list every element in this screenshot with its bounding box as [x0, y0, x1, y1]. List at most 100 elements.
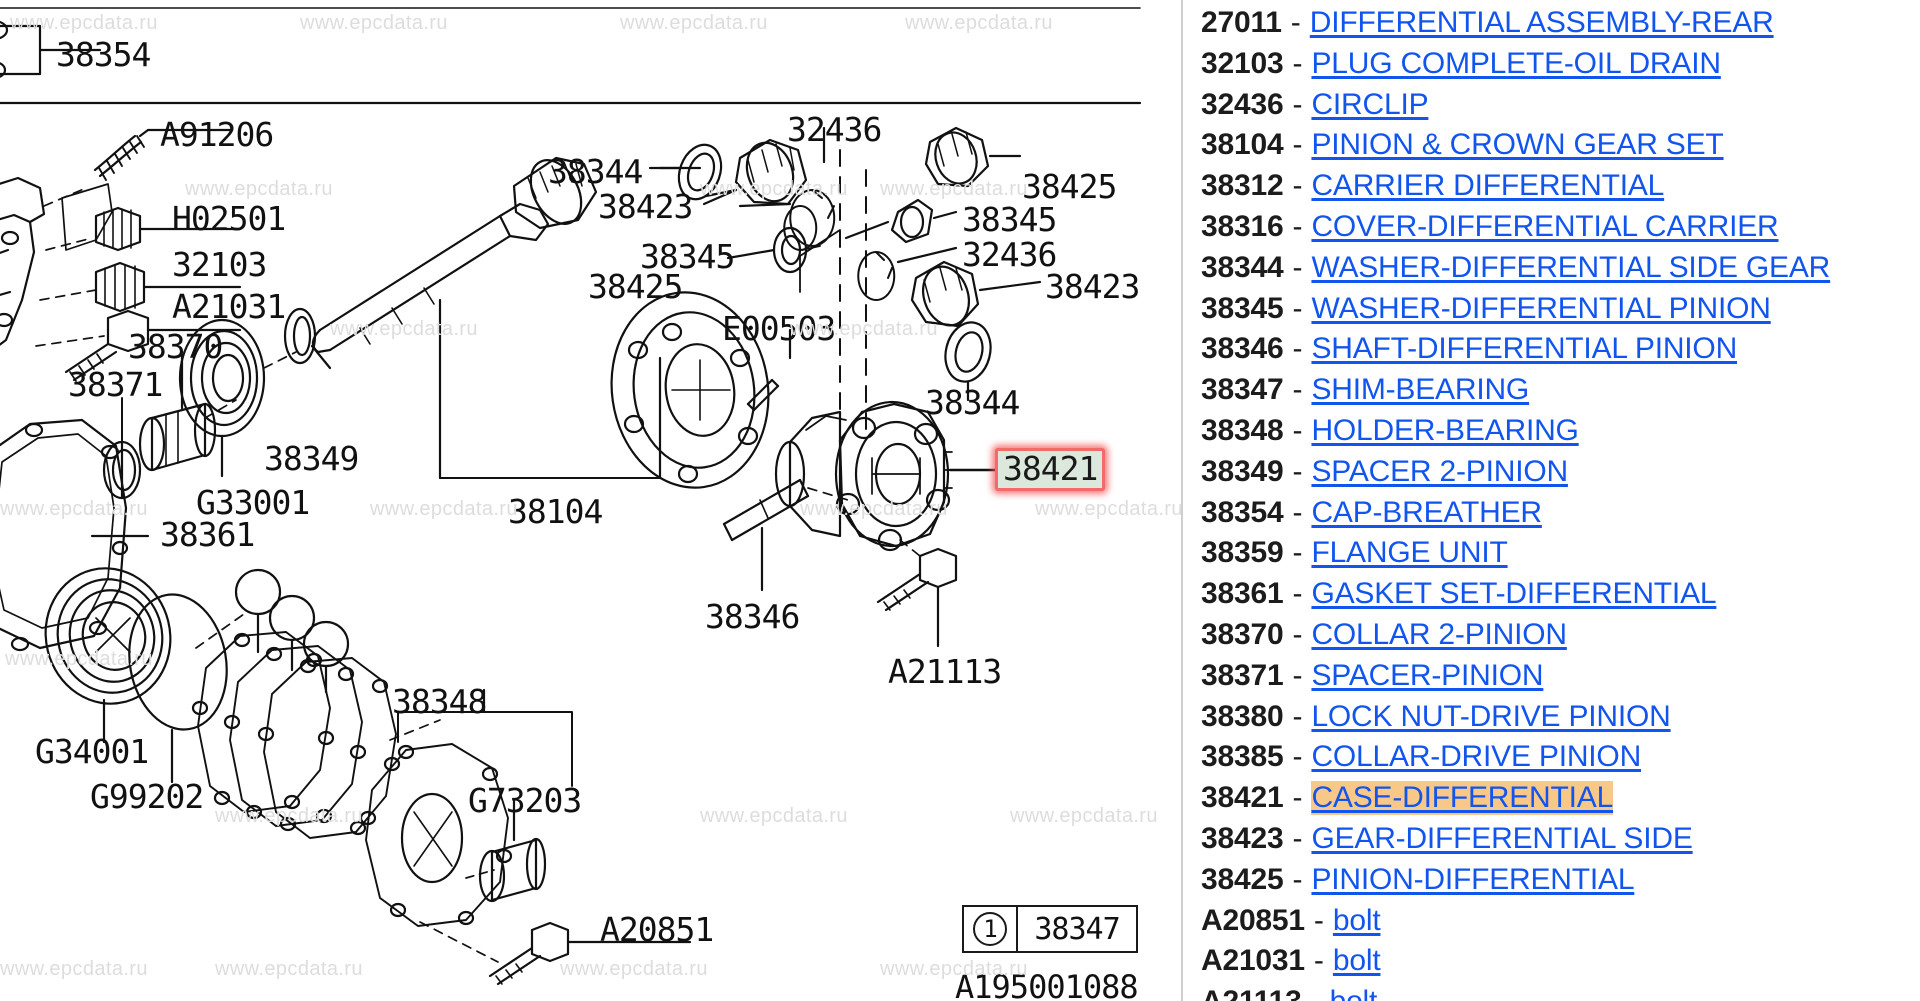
part-name-link[interactable]: CASE-DIFFERENTIAL	[1311, 781, 1613, 816]
part-row[interactable]: 38385- COLLAR-DRIVE PINION	[1201, 740, 1920, 781]
part-code: 38349	[1201, 454, 1284, 488]
part-name-link[interactable]: CAP-BREATHER	[1311, 496, 1542, 530]
part-code: 38312	[1201, 169, 1284, 203]
diagram-callout-highlighted[interactable]: 38421	[995, 448, 1106, 491]
pane-divider	[1181, 0, 1183, 1001]
part-separator: -	[1292, 536, 1303, 570]
part-separator: -	[1313, 903, 1324, 937]
part-code: 38370	[1201, 617, 1284, 651]
part-name-link[interactable]: LOCK NUT-DRIVE PINION	[1311, 700, 1670, 734]
diagram-callout-38370[interactable]: 38370	[128, 330, 223, 363]
parts-list-pane[interactable]: 27011- DIFFERENTIAL ASSEMBLY-REAR 32103- PL…	[1183, 0, 1920, 1001]
diagram-callout-h02501[interactable]: H02501	[172, 202, 286, 235]
part-row[interactable]: 32436- CIRCLIP	[1201, 88, 1920, 129]
part-name-link[interactable]: GEAR-DIFFERENTIAL SIDE	[1311, 822, 1692, 856]
part-row[interactable]: 38425- PINION-DIFFERENTIAL	[1201, 863, 1920, 904]
diagram-callout-38346[interactable]: 38346	[705, 600, 800, 633]
part-name-link[interactable]: COVER-DIFFERENTIAL CARRIER	[1311, 210, 1778, 244]
diagram-callout-38425[interactable]: 38425	[1022, 170, 1117, 203]
part-row[interactable]: 32103- PLUG COMPLETE-OIL DRAIN	[1201, 47, 1920, 88]
diagram-callout-38349[interactable]: 38349	[264, 442, 359, 475]
diagram-legend-box: 1 38347	[962, 905, 1138, 953]
part-row[interactable]: 38423- GEAR-DIFFERENTIAL SIDE	[1201, 822, 1920, 863]
part-name-link[interactable]: WASHER-DIFFERENTIAL SIDE GEAR	[1311, 251, 1830, 285]
part-name-link[interactable]: GASKET SET-DIFFERENTIAL	[1311, 577, 1716, 611]
part-row[interactable]: 38345- WASHER-DIFFERENTIAL PINION	[1201, 292, 1920, 333]
part-row[interactable]: A20851- bolt	[1201, 904, 1920, 945]
part-row[interactable]: 38349- SPACER 2-PINION	[1201, 455, 1920, 496]
diagram-callout-38348[interactable]: 38348	[392, 685, 487, 718]
part-row[interactable]: 38361- GASKET SET-DIFFERENTIAL	[1201, 577, 1920, 618]
part-row[interactable]: 38354- CAP-BREATHER	[1201, 496, 1920, 537]
part-name-link[interactable]: COLLAR-DRIVE PINION	[1311, 740, 1641, 774]
part-row[interactable]: A21113-bolt	[1201, 985, 1920, 1001]
diagram-callout-a21031[interactable]: A21031	[172, 290, 286, 323]
part-code: 38346	[1201, 332, 1284, 366]
part-row[interactable]: 38359- FLANGE UNIT	[1201, 536, 1920, 577]
part-name-link[interactable]: bolt	[1333, 944, 1381, 978]
diagram-callout-32436[interactable]: 32436	[787, 113, 882, 146]
part-row[interactable]: 38312- CARRIER DIFFERENTIAL	[1201, 169, 1920, 210]
diagram-callout-g73203[interactable]: G73203	[468, 784, 582, 817]
part-row[interactable]: 27011- DIFFERENTIAL ASSEMBLY-REAR	[1201, 6, 1920, 47]
part-name-link[interactable]: bolt	[1333, 904, 1381, 938]
part-name-link[interactable]: CIRCLIP	[1311, 88, 1428, 122]
diagram-callout-32436[interactable]: 32436	[962, 238, 1057, 271]
part-name-link[interactable]: CARRIER DIFFERENTIAL	[1311, 169, 1664, 203]
parts-list: 27011- DIFFERENTIAL ASSEMBLY-REAR 32103- PL…	[1201, 6, 1920, 1001]
diagram-callout-32103[interactable]: 32103	[172, 248, 267, 281]
part-separator: -	[1292, 373, 1303, 407]
part-name-link[interactable]: PINION-DIFFERENTIAL	[1311, 863, 1634, 897]
part-name-link[interactable]: HOLDER-BEARING	[1311, 414, 1578, 448]
diagram-callout-a91206[interactable]: A91206	[160, 118, 274, 151]
part-row[interactable]: 38421- CASE-DIFFERENTIAL	[1201, 781, 1920, 822]
part-code: 32103	[1201, 46, 1284, 80]
part-name-link[interactable]: SHAFT-DIFFERENTIAL PINION	[1311, 332, 1737, 366]
part-separator: -	[1292, 821, 1303, 855]
part-name-link[interactable]: PLUG COMPLETE-OIL DRAIN	[1311, 47, 1721, 81]
diagram-callout-38344[interactable]: 38344	[925, 386, 1020, 419]
part-name-link[interactable]: SHIM-BEARING	[1311, 373, 1529, 407]
part-row[interactable]: 38346- SHAFT-DIFFERENTIAL PINION	[1201, 332, 1920, 373]
diagram-callout-38354[interactable]: 38354	[56, 38, 151, 71]
part-row[interactable]: 38371- SPACER-PINION	[1201, 659, 1920, 700]
diagram-callout-38423[interactable]: 38423	[1045, 270, 1140, 303]
part-row[interactable]: 38348- HOLDER-BEARING	[1201, 414, 1920, 455]
part-code: 38421	[1201, 781, 1284, 815]
part-name-link[interactable]: COLLAR 2-PINION	[1311, 618, 1567, 652]
part-name-link[interactable]: DIFFERENTIAL ASSEMBLY-REAR	[1310, 6, 1774, 40]
diagram-callout-38423[interactable]: 38423	[598, 190, 693, 223]
part-row[interactable]: 38104- PINION & CROWN GEAR SET	[1201, 128, 1920, 169]
part-name-link[interactable]: bolt	[1330, 985, 1378, 1001]
part-row[interactable]: 38347- SHIM-BEARING	[1201, 373, 1920, 414]
diagram-callout-a20851[interactable]: A20851	[600, 913, 714, 946]
part-row[interactable]: A21031- bolt	[1201, 944, 1920, 985]
part-name-link[interactable]: WASHER-DIFFERENTIAL PINION	[1311, 292, 1770, 326]
diagram-callout-38425[interactable]: 38425	[588, 270, 683, 303]
part-separator: -	[1292, 291, 1303, 325]
part-row[interactable]: 38380- LOCK NUT-DRIVE PINION	[1201, 700, 1920, 741]
diagram-callout-e00503[interactable]: E00503	[722, 312, 836, 345]
part-row[interactable]: 38344- WASHER-DIFFERENTIAL SIDE GEAR	[1201, 251, 1920, 292]
part-name-link[interactable]: PINION & CROWN GEAR SET	[1311, 128, 1723, 162]
part-separator: -	[1292, 332, 1303, 366]
part-separator: -	[1292, 454, 1303, 488]
part-code: A20851	[1201, 903, 1305, 937]
part-name-link[interactable]: SPACER 2-PINION	[1311, 455, 1568, 489]
part-separator: -	[1292, 617, 1303, 651]
diagram-callout-g34001[interactable]: G34001	[35, 735, 149, 768]
diagram-callout-g99202[interactable]: G99202	[90, 780, 204, 813]
diagram-callout-38344[interactable]: 38344	[548, 155, 643, 188]
diagram-callout-38345[interactable]: 38345	[962, 203, 1057, 236]
diagram-callout-38361[interactable]: 38361	[160, 518, 255, 551]
part-separator: -	[1302, 985, 1330, 1001]
part-separator: -	[1292, 209, 1303, 243]
parts-diagram-pane[interactable]: 38354 A91206 H02501 32103 A21031 38370 38371 38…	[0, 0, 1183, 1001]
part-name-link[interactable]: FLANGE UNIT	[1311, 536, 1507, 570]
diagram-callout-38104[interactable]: 38104	[508, 495, 603, 528]
part-row[interactable]: 38316- COVER-DIFFERENTIAL CARRIER	[1201, 210, 1920, 251]
diagram-callout-38371[interactable]: 38371	[68, 368, 163, 401]
part-row[interactable]: 38370- COLLAR 2-PINION	[1201, 618, 1920, 659]
part-name-link[interactable]: SPACER-PINION	[1311, 659, 1543, 693]
diagram-callout-a21113[interactable]: A21113	[888, 655, 1002, 688]
